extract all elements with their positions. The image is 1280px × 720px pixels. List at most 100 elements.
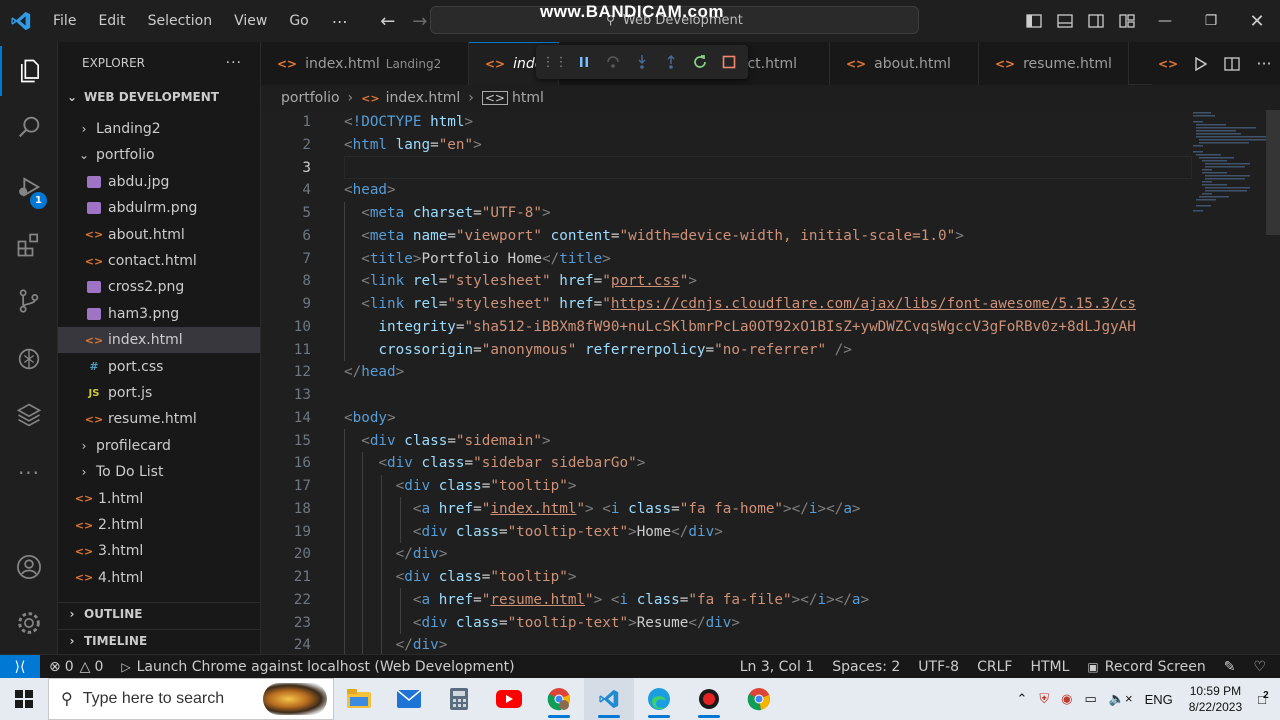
network-icon[interactable]: ▭: [1079, 691, 1103, 707]
code-line[interactable]: 21 <div class="tooltip">: [261, 566, 1280, 589]
tree-item-resume-html[interactable]: <> resume.html: [58, 406, 260, 432]
feedback-icon[interactable]: ✎: [1215, 659, 1245, 675]
file-explorer-icon[interactable]: [334, 678, 384, 720]
line-ending[interactable]: CRLF: [968, 659, 1021, 675]
code-line[interactable]: 12 </head>: [261, 361, 1280, 384]
code-editor[interactable]: 1 <!DOCTYPE html> 2 <html lang="en"> 3 4 <head…: [261, 110, 1280, 654]
menu-edit[interactable]: Edit: [87, 0, 136, 42]
open-preview-icon[interactable]: <>: [1152, 42, 1184, 85]
cursor-position[interactable]: Ln 3, Col 1: [731, 659, 824, 675]
tree-item-abdulrm-png[interactable]: abdulrm.png: [58, 195, 260, 221]
tab-index-landing2[interactable]: <> index.html Landing2: [261, 42, 469, 85]
code-line[interactable]: 2 <html lang="en">: [261, 133, 1280, 156]
input-language[interactable]: ENG: [1139, 692, 1179, 707]
search-icon[interactable]: [0, 102, 58, 152]
code-line[interactable]: 16 <div class="sidebar sidebarGo">: [261, 452, 1280, 475]
vertical-scrollbar[interactable]: [1266, 110, 1280, 654]
more-actions-icon[interactable]: ···: [1248, 42, 1280, 85]
code-line[interactable]: 23 <div class="tooltip-text">Resume</div…: [261, 611, 1280, 634]
menu-selection[interactable]: Selection: [137, 0, 224, 42]
code-line[interactable]: 20 </div>: [261, 543, 1280, 566]
toggle-panel-icon[interactable]: [1049, 0, 1080, 42]
breadcrumb-folder[interactable]: portfolio: [281, 90, 340, 106]
pause-icon[interactable]: [571, 49, 597, 75]
run-icon[interactable]: [1184, 42, 1216, 85]
toggle-secondary-sidebar-icon[interactable]: [1080, 0, 1111, 42]
stop-icon[interactable]: [716, 49, 742, 75]
indentation[interactable]: Spaces: 2: [823, 659, 909, 675]
code-line[interactable]: 8 <link rel="stylesheet" href="port.css"…: [261, 270, 1280, 293]
remote-indicator-icon[interactable]: ⟩⟨: [0, 654, 40, 679]
code-line[interactable]: 13: [261, 384, 1280, 407]
ai-assistant-icon[interactable]: [0, 334, 58, 384]
extensions-icon[interactable]: [0, 220, 58, 270]
source-control-icon[interactable]: [0, 276, 58, 326]
calculator-icon[interactable]: [434, 678, 484, 720]
code-line[interactable]: 6 <meta name="viewport" content="width=d…: [261, 224, 1280, 247]
settings-gear-icon[interactable]: [0, 598, 58, 648]
tree-item-portfolio[interactable]: ⌄ portfolio: [58, 142, 260, 168]
code-line[interactable]: 5 <meta charset="UTF-8">: [261, 202, 1280, 225]
outline-section[interactable]: › OUTLINE: [58, 602, 260, 624]
problems-indicator[interactable]: ⊗ 0 △ 0: [40, 659, 112, 675]
close-icon[interactable]: ✕: [1234, 0, 1280, 42]
menu-file[interactable]: File: [42, 0, 87, 42]
tab-about[interactable]: <> about.html: [830, 42, 979, 85]
account-icon[interactable]: [0, 542, 58, 592]
code-line[interactable]: 14 <body>: [261, 406, 1280, 429]
security-shield-icon[interactable]: ⛨: [1033, 691, 1055, 707]
customize-layout-icon[interactable]: [1111, 0, 1142, 42]
mail-icon[interactable]: [384, 678, 434, 720]
code-line[interactable]: 24 </div>: [261, 634, 1280, 654]
tree-item-4-html[interactable]: <> 4.html: [58, 565, 260, 591]
timeline-section[interactable]: › TIMELINE: [58, 629, 260, 651]
chevron-up-icon[interactable]: ⌃: [1010, 691, 1033, 707]
restore-icon[interactable]: ❐: [1188, 0, 1234, 42]
code-line[interactable]: 4 <head>: [261, 179, 1280, 202]
tree-item-1-html[interactable]: <> 1.html: [58, 486, 260, 512]
menu-more-button[interactable]: ⋯: [320, 12, 360, 31]
tree-item-contact-html[interactable]: <> contact.html: [58, 248, 260, 274]
tree-item-ham3-png[interactable]: ham3.png: [58, 301, 260, 327]
tree-item-cross2-png[interactable]: cross2.png: [58, 274, 260, 300]
chrome-profile-icon[interactable]: [534, 678, 584, 720]
tree-item-2-html[interactable]: <> 2.html: [58, 512, 260, 538]
tree-item-port-css[interactable]: # port.css: [58, 354, 260, 380]
scroll-thumb[interactable]: [1266, 110, 1280, 235]
step-into-icon[interactable]: [629, 49, 655, 75]
launch-config[interactable]: ▷ Launch Chrome against localhost (Web D…: [112, 659, 523, 675]
tab-resume[interactable]: <> resume.html: [979, 42, 1129, 85]
explorer-more-button[interactable]: ···: [226, 55, 242, 71]
layers-icon[interactable]: [0, 390, 58, 440]
code-line[interactable]: 22 <a href="resume.html"> <i class="fa f…: [261, 588, 1280, 611]
menu-go[interactable]: Go: [278, 0, 319, 42]
menu-view[interactable]: View: [223, 0, 278, 42]
tree-item-about-html[interactable]: <> about.html: [58, 222, 260, 248]
restart-icon[interactable]: [687, 49, 713, 75]
step-out-icon[interactable]: [658, 49, 684, 75]
windows-start-icon[interactable]: [0, 678, 48, 720]
toggle-primary-sidebar-icon[interactable]: [1018, 0, 1049, 42]
youtube-icon[interactable]: [484, 678, 534, 720]
taskbar-search-input[interactable]: ⚲ Type here to search: [48, 678, 334, 720]
chrome-icon[interactable]: [734, 678, 784, 720]
split-editor-icon[interactable]: [1216, 42, 1248, 85]
volume-muted-icon[interactable]: 🔈×: [1103, 691, 1139, 707]
code-line[interactable]: 10 integrity="sha512-iBBXm8fW90+nuLcSKlb…: [261, 315, 1280, 338]
vscode-taskbar-icon[interactable]: [584, 678, 634, 720]
code-line[interactable]: 15 <div class="sidemain">: [261, 429, 1280, 452]
tree-item-abdu-jpg[interactable]: abdu.jpg: [58, 169, 260, 195]
code-line[interactable]: 1 <!DOCTYPE html>: [261, 111, 1280, 134]
code-line[interactable]: 7 <title>Portfolio Home</title>: [261, 247, 1280, 270]
drag-handle-icon[interactable]: ⋮⋮: [542, 49, 568, 75]
code-line[interactable]: 3: [261, 156, 1280, 179]
notification-center-icon[interactable]: □ 2: [1252, 690, 1280, 707]
bandicam-record-icon[interactable]: [684, 678, 734, 720]
explorer-icon[interactable]: [0, 46, 58, 96]
tree-item-landing2[interactable]: › Landing2: [58, 116, 260, 142]
code-line[interactable]: 17 <div class="tooltip">: [261, 475, 1280, 498]
encoding[interactable]: UTF-8: [909, 659, 968, 675]
minimize-icon[interactable]: —: [1142, 0, 1188, 42]
clock[interactable]: 10:59 PM 8/22/2023: [1179, 683, 1252, 715]
tree-item-port-js[interactable]: JS port.js: [58, 380, 260, 406]
